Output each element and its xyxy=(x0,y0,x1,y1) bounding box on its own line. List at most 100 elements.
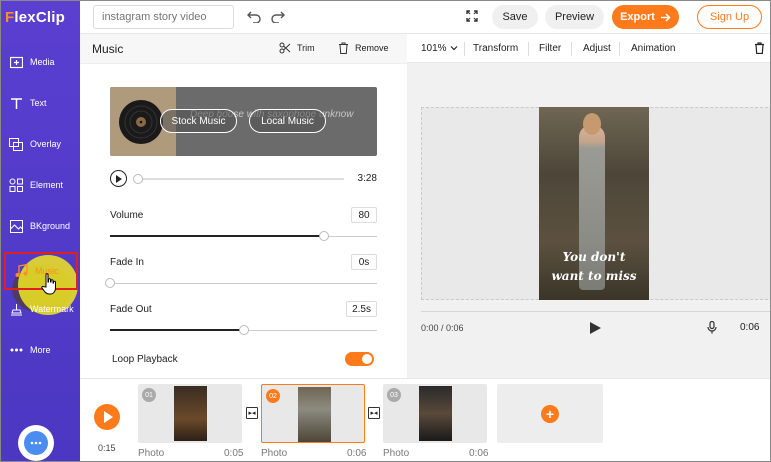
overlay-icon xyxy=(8,136,24,152)
media-icon xyxy=(8,54,24,70)
chat-button[interactable] xyxy=(18,425,54,461)
sidebar-item-label: More xyxy=(30,345,51,355)
loop-playback-toggle[interactable] xyxy=(345,352,374,366)
timeline-play-button[interactable] xyxy=(94,404,120,430)
sign-up-button[interactable]: Sign Up xyxy=(697,5,762,29)
zoom-select[interactable]: 101% xyxy=(421,43,458,54)
editor-area: 101% Transform Filter Adjust Animation Y… xyxy=(407,34,770,378)
music-track-card: Deep house with saxophone unknow Stock M… xyxy=(110,87,377,156)
element-icon xyxy=(8,177,24,193)
adjust-button[interactable]: Adjust xyxy=(583,43,611,54)
watermark-icon xyxy=(8,301,24,317)
stock-music-button[interactable]: Stock Music xyxy=(160,109,237,133)
sidebar-item-text[interactable]: Text xyxy=(1,84,80,122)
transform-button[interactable]: Transform xyxy=(473,43,518,54)
trash-icon[interactable] xyxy=(754,42,765,57)
clip-type: Photo xyxy=(138,448,165,459)
video-preview[interactable]: You don't want to miss xyxy=(539,107,649,300)
redo-icon[interactable] xyxy=(271,9,285,24)
current-time: 0:00 / 0:06 xyxy=(421,323,464,333)
volume-control: Volume 80 xyxy=(110,207,377,250)
sidebar-item-label: Watermark xyxy=(30,304,74,314)
transition-icon[interactable]: ▸◂ xyxy=(368,407,380,419)
sidebar-item-watermark[interactable]: Watermark xyxy=(1,290,80,328)
clip-thumbnail xyxy=(419,386,452,441)
trim-button[interactable]: Trim xyxy=(279,42,315,54)
video-duration: 0:06 xyxy=(740,322,760,333)
fade-out-handle[interactable] xyxy=(238,325,249,335)
text-icon xyxy=(8,95,24,111)
fade-in-control: Fade In 0s xyxy=(105,254,377,297)
more-icon xyxy=(8,342,24,358)
fade-out-label: Fade Out xyxy=(110,304,152,315)
sidebar-item-more[interactable]: More xyxy=(1,331,80,369)
sidebar-item-bkground[interactable]: BKground xyxy=(1,207,80,245)
remove-label: Remove xyxy=(355,43,389,53)
music-icon xyxy=(13,263,29,279)
music-panel: Music Trim Remove Deep house with saxoph… xyxy=(80,34,407,378)
sidebar-item-media[interactable]: Media xyxy=(1,43,80,81)
play-icon[interactable] xyxy=(590,322,601,334)
remove-button[interactable]: Remove xyxy=(338,42,389,54)
scissors-icon xyxy=(279,42,291,54)
logo: FlexClip xyxy=(5,9,65,26)
total-time: 0:15 xyxy=(98,443,116,453)
timeline-clip-1[interactable]: 01 xyxy=(138,384,242,443)
panel-title: Music xyxy=(92,42,124,56)
timeline: 0:15 01 Photo 0:05 ▸◂ 02 Photo 0:06 ▸◂ 0… xyxy=(80,378,770,461)
logo-text: lexClip xyxy=(14,9,65,26)
export-label: Export xyxy=(620,11,655,23)
animation-button[interactable]: Animation xyxy=(631,43,675,54)
microphone-icon[interactable] xyxy=(707,320,717,337)
timeline-clip-3[interactable]: 03 xyxy=(383,384,487,443)
project-name-input[interactable] xyxy=(93,5,234,29)
timeline-clip-2[interactable]: 02 xyxy=(261,384,365,443)
trash-icon xyxy=(339,42,348,54)
add-clip-button[interactable]: + xyxy=(497,384,603,443)
audio-player: 3:28 xyxy=(110,170,377,188)
trim-label: Trim xyxy=(297,43,315,53)
volume-handle[interactable] xyxy=(318,231,329,241)
toolbar-divider xyxy=(571,42,572,56)
clip-thumbnail xyxy=(174,386,207,441)
fullscreen-icon[interactable] xyxy=(466,10,478,25)
volume-fill xyxy=(110,235,324,237)
clip-type: Photo xyxy=(261,448,288,459)
toolbar-divider xyxy=(464,42,465,56)
fade-in-handle[interactable] xyxy=(105,278,115,288)
sidebar-item-overlay[interactable]: Overlay xyxy=(1,125,80,163)
filter-button[interactable]: Filter xyxy=(539,43,561,54)
play-icon[interactable] xyxy=(110,170,127,187)
arrow-right-icon xyxy=(660,12,671,22)
audio-progress-handle[interactable] xyxy=(133,174,143,184)
audio-progress-track[interactable] xyxy=(136,178,344,180)
save-button[interactable]: Save xyxy=(492,5,538,29)
clip-number: 02 xyxy=(266,389,280,403)
local-music-button[interactable]: Local Music xyxy=(249,109,326,133)
transition-icon[interactable]: ▸◂ xyxy=(246,407,258,419)
clip-number: 03 xyxy=(387,388,401,402)
zoom-value: 101% xyxy=(421,43,447,54)
preview-button[interactable]: Preview xyxy=(545,5,604,29)
clip-thumbnail xyxy=(298,387,331,442)
sidebar-item-element[interactable]: Element xyxy=(1,166,80,204)
undo-icon[interactable] xyxy=(247,9,261,24)
export-button[interactable]: Export xyxy=(612,5,679,29)
panel-header: Music Trim Remove xyxy=(80,34,407,64)
clip-number: 01 xyxy=(142,388,156,402)
toolbar-divider xyxy=(528,42,529,56)
clip-duration: 0:05 xyxy=(224,448,244,459)
plus-icon: + xyxy=(541,404,559,423)
fade-in-value[interactable]: 0s xyxy=(351,254,377,270)
sidebar-item-label: Text xyxy=(30,98,47,108)
fade-out-value[interactable]: 2.5s xyxy=(346,301,377,317)
fade-out-fill xyxy=(110,329,244,331)
volume-value[interactable]: 80 xyxy=(351,207,377,223)
sidebar-item-label: Media xyxy=(30,57,55,67)
clip-duration: 0:06 xyxy=(469,448,489,459)
clip-duration: 0:06 xyxy=(347,448,367,459)
chat-icon xyxy=(24,431,48,455)
clip-type: Photo xyxy=(383,448,410,459)
editor-toolbar: 101% Transform Filter Adjust Animation xyxy=(407,34,770,63)
fade-in-track[interactable] xyxy=(110,283,377,284)
